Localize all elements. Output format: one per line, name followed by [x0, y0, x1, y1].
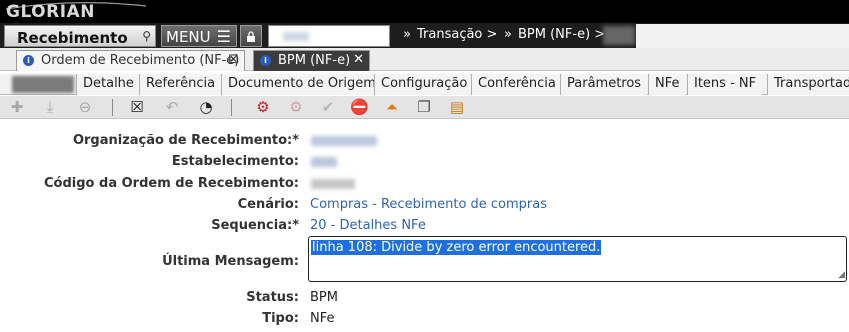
sub-tabs: Detalhe Referência Documento de Origem C… — [0, 74, 849, 95]
gear-red-icon[interactable]: ⚙ — [254, 98, 272, 116]
hamburger-icon: ☰ — [216, 27, 231, 46]
redacted-value — [283, 32, 309, 41]
subtab-parametros[interactable]: Parâmetros — [560, 74, 648, 95]
add-icon[interactable]: ✚ — [8, 98, 26, 116]
gauge-icon[interactable]: ◔ — [197, 98, 215, 116]
ultima-mensagem-textarea[interactable]: linha 108: Divide by zero error encounte… — [308, 236, 847, 282]
subtab-transportador[interactable]: Transportador — [767, 74, 849, 95]
module-title: Recebimento — [17, 29, 128, 47]
module-selector[interactable]: Recebimento ⚲ — [4, 25, 156, 47]
codigo-ordem-value — [311, 179, 355, 189]
top-bar: GLORIAN — [0, 0, 849, 23]
stop-icon[interactable]: ⛔ — [350, 98, 369, 116]
menu-label: MENU — [166, 28, 211, 46]
tab-label: Ordem de Recebimento (NF-e) — [41, 53, 240, 68]
status-value: BPM — [310, 290, 338, 305]
organizacao-value[interactable] — [311, 136, 377, 146]
cancel-x-icon[interactable]: ☒ — [128, 98, 146, 116]
remove-icon[interactable]: ⊖ — [76, 98, 94, 116]
breadcrumb-chevron-icon: » — [403, 27, 411, 42]
breadcrumb-item-bpm[interactable]: BPM (NF-e) > — [518, 27, 605, 42]
toolbar: ✚ ⤓ ⊖ ☒ ↶ ◔ ⚙ ⚙ ✔ ⛔ ⏶ ❐ ▤ — [0, 96, 849, 119]
subtab-itens-nf[interactable]: Itens - NF — [687, 74, 763, 95]
close-icon[interactable]: ✕ — [353, 52, 364, 67]
label-cenario: Cenário: — [237, 197, 299, 212]
header-spacer — [636, 24, 849, 48]
label-ultima-mensagem: Última Mensagem: — [162, 254, 299, 269]
module-bar: Recebimento ⚲ MENU ☰ » Transação > » BPM… — [0, 23, 849, 48]
close-icon[interactable]: ⊠ — [228, 52, 239, 67]
subtab-conferencia[interactable]: Conferência — [471, 74, 562, 95]
pin-icon[interactable]: ⚲ — [142, 29, 151, 43]
breadcrumb-chevron-icon: » — [504, 27, 512, 42]
info-icon: i — [23, 55, 34, 66]
document-settings-icon[interactable]: ▤ — [448, 98, 466, 116]
copy-icon[interactable]: ❐ — [415, 98, 433, 116]
ultima-mensagem-text: linha 108: Divide by zero error encounte… — [311, 240, 602, 255]
toolbar-separator — [231, 99, 232, 116]
app-logo: GLORIAN — [6, 2, 95, 22]
gear-disabled-icon[interactable]: ⚙ — [287, 98, 305, 116]
check-icon[interactable]: ✔ — [319, 98, 337, 116]
menu-button[interactable]: MENU ☰ — [161, 25, 237, 47]
warning-up-icon[interactable]: ⏶ — [383, 98, 401, 116]
label-sequencia: Sequencia:* — [211, 218, 299, 233]
document-tabs: i Ordem de Recebimento (NF-e) ⊠ i BPM (N… — [0, 48, 849, 71]
subtab-detalhe[interactable]: Detalhe — [76, 74, 140, 95]
label-status: Status: — [246, 290, 299, 305]
subtab-documento-origem[interactable]: Documento de Origem — [221, 74, 382, 95]
subtab-configuracao[interactable]: Configuração — [374, 74, 474, 95]
subtab-nfe[interactable]: NFe — [648, 74, 686, 95]
tab-bpm-nfe[interactable]: i BPM (NF-e) ✕ — [253, 50, 370, 71]
estabelecimento-value[interactable] — [311, 157, 337, 167]
download-icon[interactable]: ⤓ — [41, 98, 59, 116]
tipo-value: NFe — [310, 311, 335, 326]
tab-ordem-recebimento[interactable]: i Ordem de Recebimento (NF-e) ⊠ — [16, 50, 245, 71]
undo-icon[interactable]: ↶ — [163, 98, 181, 116]
cenario-value[interactable]: Compras - Recebimento de compras — [310, 197, 547, 212]
resize-handle-icon[interactable]: ◢ — [838, 270, 845, 280]
redacted-breadcrumb — [603, 26, 635, 45]
toolbar-separator — [112, 99, 113, 116]
info-icon: i — [260, 55, 271, 66]
organization-select[interactable] — [268, 25, 390, 47]
lock-icon — [247, 31, 255, 42]
label-organizacao: Organização de Recebimento:* — [72, 133, 299, 148]
label-estabelecimento: Estabelecimento: — [171, 154, 299, 169]
breadcrumb-item-transacao[interactable]: Transação > — [417, 27, 497, 42]
tab-label: BPM (NF-e) — [278, 53, 351, 68]
redacted-tab[interactable] — [12, 76, 74, 93]
label-tipo: Tipo: — [262, 311, 299, 326]
label-codigo-ordem: Código da Ordem de Recebimento: — [44, 176, 299, 191]
subtab-referencia[interactable]: Referência — [139, 74, 222, 95]
sequencia-value[interactable]: 20 - Detalhes NFe — [310, 218, 426, 233]
lock-button[interactable] — [240, 25, 262, 47]
